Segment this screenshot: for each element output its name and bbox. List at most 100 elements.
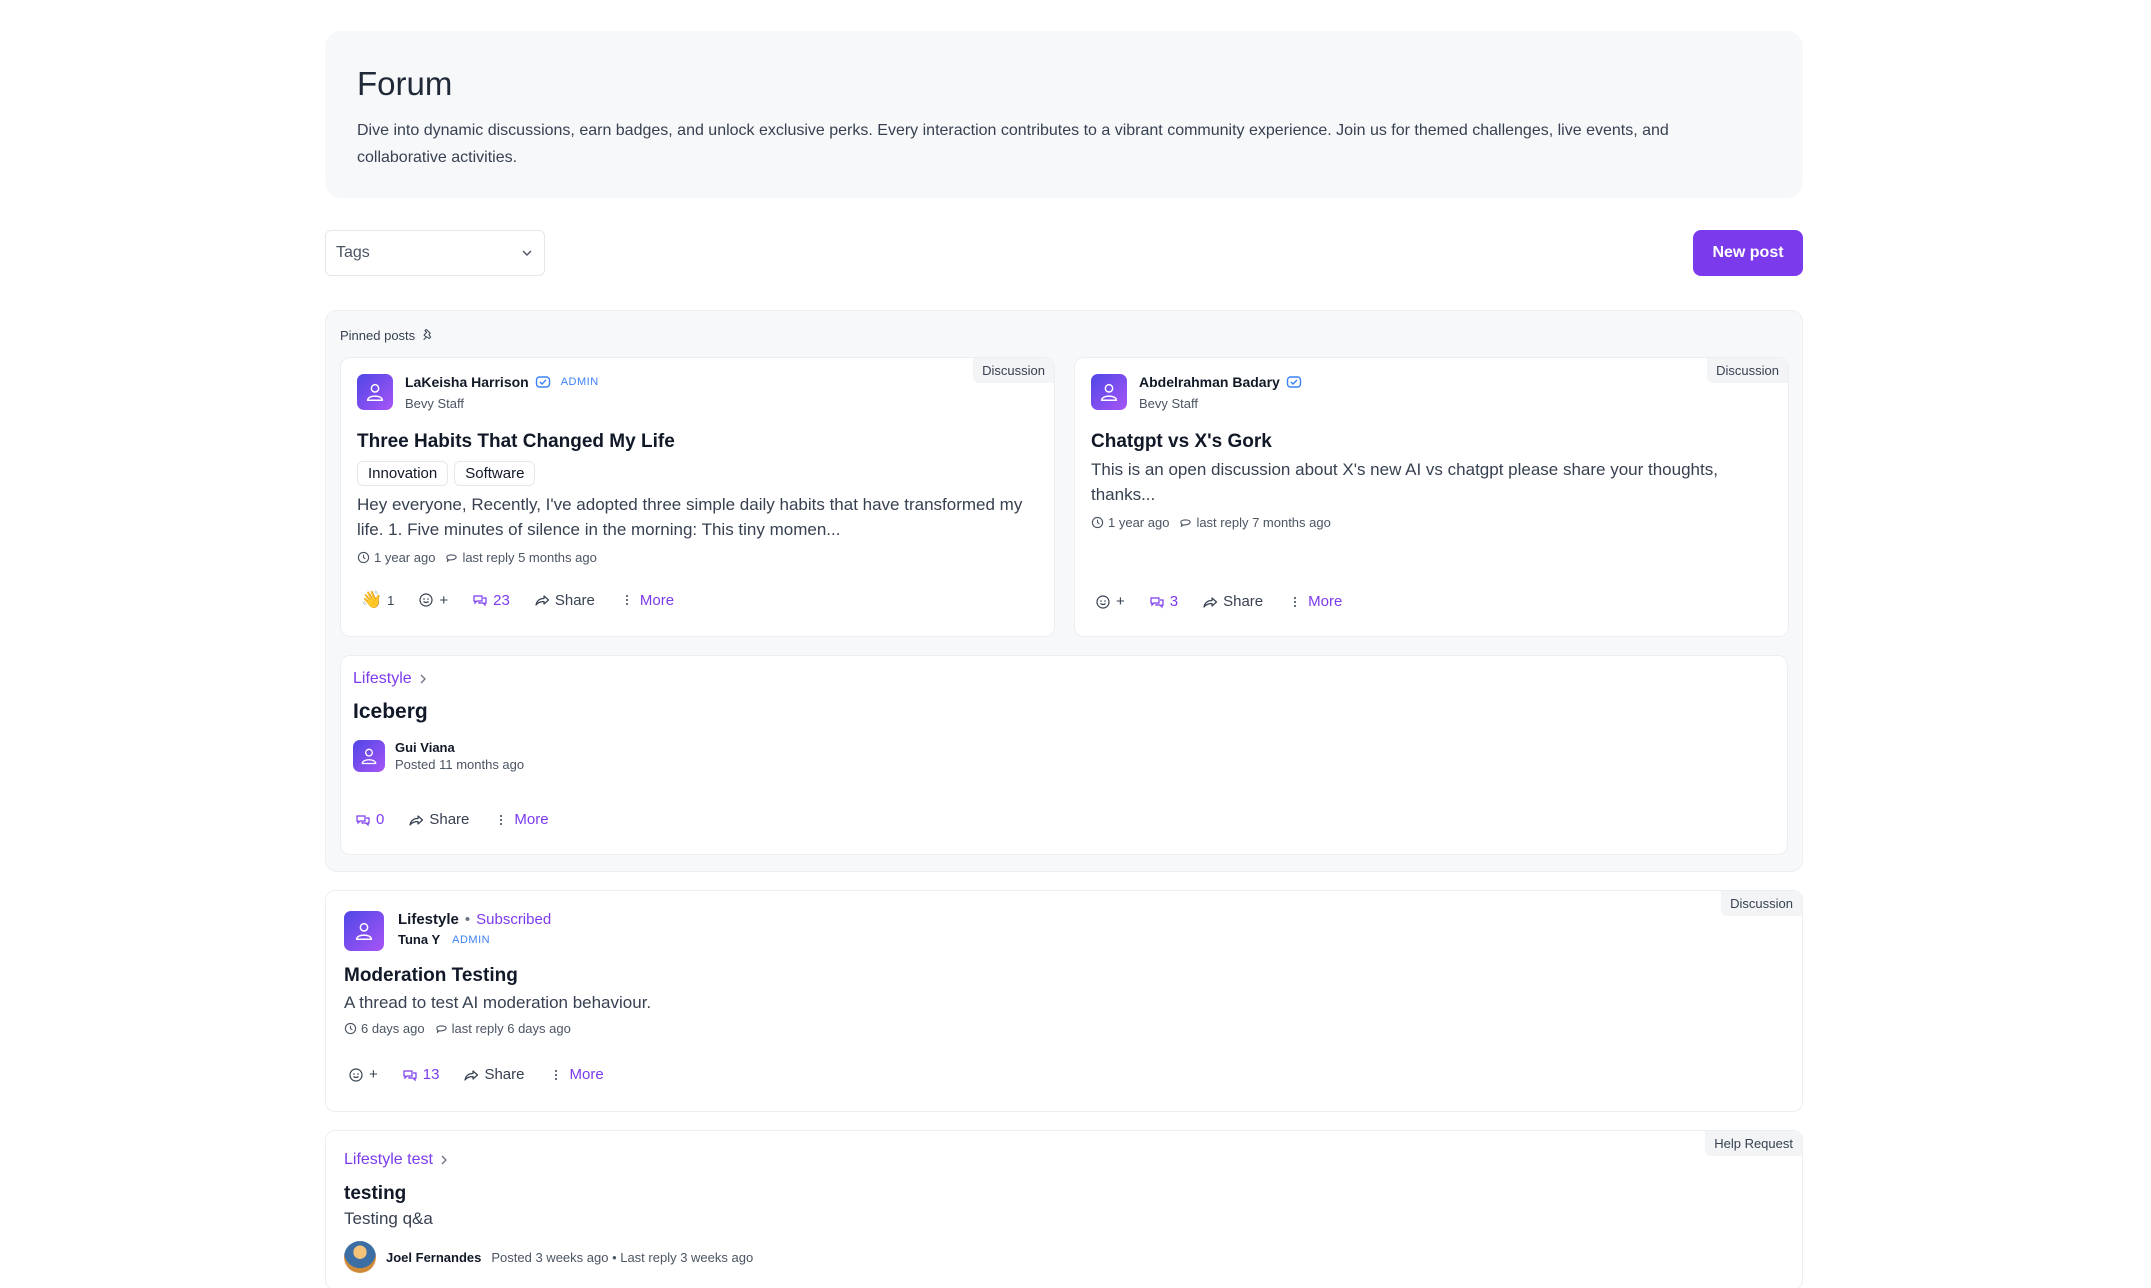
share-button[interactable]: Share [463, 1066, 524, 1083]
post-type-badge: Discussion [1721, 891, 1802, 916]
last-reply-time: last reply 6 days ago [451, 1021, 571, 1036]
new-post-button[interactable]: New post [1693, 230, 1803, 276]
posted-time: 1 year ago [374, 550, 436, 565]
more-vertical-icon [555, 1069, 558, 1080]
author-name[interactable]: Abdelrahman Badary [1139, 374, 1280, 390]
thread-title[interactable]: Iceberg [353, 700, 1775, 724]
forum-header: Forum Dive into dynamic discussions, ear… [325, 31, 1803, 198]
chevron-right-icon [441, 1155, 447, 1165]
comments-icon [473, 595, 487, 607]
clock-icon [344, 1022, 357, 1035]
pinned-posts-row: Discussion LaKeisha Harrison ADMIN Bevy … [340, 357, 1789, 637]
last-reply: last reply 7 months ago [1179, 515, 1331, 530]
pinned-posts-header: Pinned posts [340, 325, 1788, 345]
post-title[interactable]: Three Habits That Changed My Life [357, 431, 1038, 453]
share-button[interactable]: Share [534, 592, 595, 609]
comments-button[interactable]: 0 [355, 811, 384, 828]
author-name-row: Abdelrahman Badary [1139, 374, 1302, 390]
comments-button[interactable]: 13 [402, 1066, 440, 1083]
post-time: 1 year ago [1091, 515, 1169, 530]
comments-icon [356, 814, 370, 826]
toolbar: Tags New post [325, 230, 1803, 278]
category-link[interactable]: Lifestyle [353, 670, 412, 688]
avatar[interactable] [344, 1241, 376, 1273]
post-title[interactable]: Moderation Testing [344, 965, 1784, 987]
more-label: More [639, 591, 675, 609]
share-icon [464, 1069, 479, 1081]
author-org: Bevy Staff [405, 396, 465, 411]
add-reaction-button[interactable]: + [1095, 593, 1125, 610]
tags-select[interactable]: Tags [325, 230, 545, 276]
posted-time: Posted 3 weeks ago • Last reply 3 weeks … [491, 1249, 754, 1265]
category-link[interactable]: Lifestyle [398, 911, 459, 928]
clock-icon [1091, 516, 1104, 529]
add-reaction-button[interactable]: + [418, 592, 448, 609]
comment-icon [435, 1025, 447, 1034]
comment-count: 13 [422, 1066, 440, 1083]
more-button[interactable]: More [548, 1066, 604, 1083]
more-label: More [514, 811, 549, 828]
feed-post-card[interactable]: Discussion Lifestyle • Subscribed Tuna Y… [325, 890, 1803, 1112]
subscribed-status[interactable]: Subscribed [476, 911, 551, 928]
post-author: Abdelrahman Badary Bevy Staff [1091, 374, 1772, 411]
admin-badge: ADMIN [560, 376, 599, 388]
thread-card[interactable]: Lifestyle Iceberg Gui Viana Posted 11 mo… [340, 655, 1788, 855]
comments-button[interactable]: 3 [1149, 593, 1178, 610]
add-reaction-label: + [1116, 593, 1125, 610]
pinned-posts-label: Pinned posts [340, 327, 416, 343]
post-author: Lifestyle • Subscribed Tuna Y ADMIN [344, 911, 1784, 951]
admin-badge: ADMIN [452, 933, 491, 946]
page-description: Dive into dynamic discussions, earn badg… [357, 122, 1669, 166]
tag-chip[interactable]: Innovation [357, 461, 449, 486]
post-time: 1 year ago [357, 550, 435, 565]
reaction-wave[interactable]: 👋 1 [361, 590, 394, 610]
tag-chip[interactable]: Software [454, 461, 536, 486]
category-row: Lifestyle • Subscribed [398, 911, 551, 928]
tags-select-label: Tags [336, 244, 370, 261]
avatar[interactable] [357, 374, 393, 410]
share-button[interactable]: Share [1202, 593, 1263, 610]
more-button[interactable]: More [619, 592, 674, 609]
comment-icon [1180, 519, 1192, 528]
share-icon [1203, 596, 1218, 608]
avatar[interactable] [344, 911, 384, 951]
post-tags: Innovation Software [357, 461, 1038, 486]
more-label: More [1308, 593, 1343, 610]
author-name-row: LaKeisha Harrison ADMIN [405, 374, 599, 390]
post-type-badge: Discussion [973, 358, 1054, 383]
post-actions: + 3 Share More [1095, 593, 1342, 610]
user-icon [366, 383, 384, 401]
avatar[interactable] [353, 740, 385, 772]
post-description: A thread to test AI moderation behaviour… [344, 993, 652, 1012]
category-breadcrumb[interactable]: Lifestyle test [344, 1151, 1784, 1169]
pinned-posts-section: Pinned posts Discussion LaKeisha Harriso… [325, 310, 1803, 872]
category-breadcrumb[interactable]: Lifestyle [353, 670, 1775, 688]
more-button[interactable]: More [1287, 593, 1342, 610]
post-title[interactable]: Chatgpt vs X's Gork [1091, 431, 1772, 453]
more-vertical-icon [500, 814, 503, 825]
comment-count: 3 [1169, 593, 1179, 610]
feed-post-card[interactable]: Help Request Lifestyle test testing Test… [325, 1130, 1803, 1288]
category-link[interactable]: Lifestyle test [344, 1151, 433, 1169]
comments-button[interactable]: 23 [472, 592, 510, 609]
add-reaction-label: + [369, 1066, 378, 1083]
author-name[interactable]: LaKeisha Harrison [405, 374, 529, 390]
author-name[interactable]: Joel Fernandes [386, 1250, 481, 1265]
post-type-badge: Help Request [1705, 1131, 1802, 1156]
last-reply: last reply 5 months ago [445, 550, 597, 565]
verified-badge-icon [535, 376, 550, 388]
add-reaction-button[interactable]: + [348, 1066, 378, 1083]
author-name[interactable]: Gui Viana [395, 740, 524, 755]
post-title[interactable]: testing [344, 1183, 1784, 1205]
smiley-icon [419, 593, 434, 607]
user-icon [1100, 383, 1118, 401]
avatar[interactable] [1091, 374, 1127, 410]
share-button[interactable]: Share [408, 811, 469, 828]
post-author: LaKeisha Harrison ADMIN Bevy Staff [357, 374, 1038, 411]
post-type-badge: Discussion [1707, 358, 1788, 383]
post-card[interactable]: Discussion Abdelrahman Badary Bevy Staff… [1074, 357, 1789, 637]
thread-author: Gui Viana Posted 11 months ago [353, 740, 1775, 772]
author-name[interactable]: Tuna Y [398, 932, 440, 947]
post-card[interactable]: Discussion LaKeisha Harrison ADMIN Bevy … [340, 357, 1055, 637]
more-button[interactable]: More [493, 811, 549, 828]
